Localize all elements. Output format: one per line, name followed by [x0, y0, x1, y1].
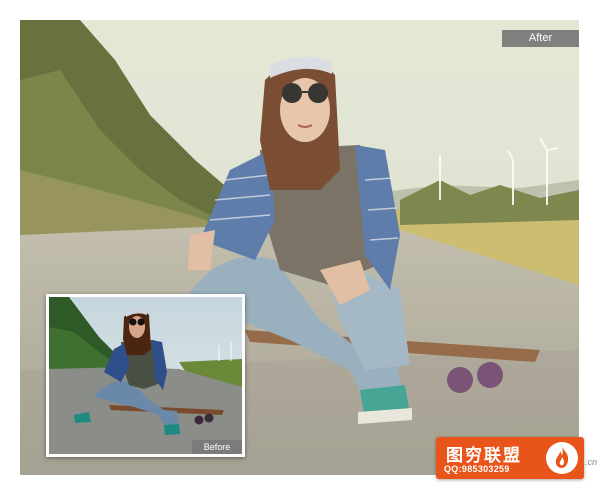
flame-icon: [546, 442, 578, 474]
before-photo-illustration: [49, 297, 242, 454]
before-photo: Before: [46, 294, 245, 457]
before-label: Before: [192, 440, 242, 454]
watermark-suffix: .cn: [585, 457, 598, 467]
after-label: After: [502, 30, 579, 47]
watermark-title: 图穷联盟: [446, 446, 522, 466]
watermark-contact: QQ:985303259: [444, 464, 510, 474]
watermark-badge: 图穷联盟 QQ:985303259: [436, 437, 584, 479]
comparison-canvas: After Before 图穷联盟 QQ:985303259 .cn: [0, 0, 600, 495]
